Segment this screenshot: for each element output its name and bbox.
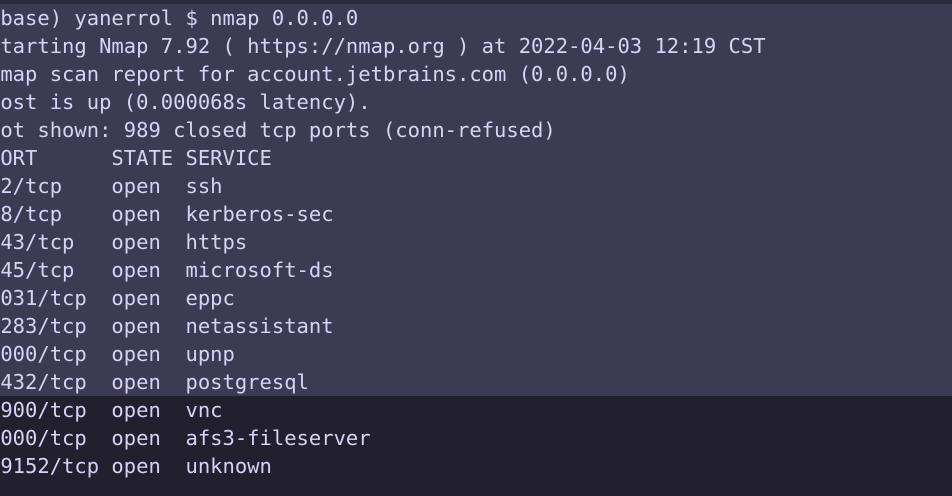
port-row: 443/tcp open https — [0, 230, 248, 254]
output-line: Starting Nmap 7.92 ( https://nmap.org ) … — [0, 34, 766, 58]
port-row: 5432/tcp open postgresql — [0, 370, 309, 394]
port-row: 5000/tcp open upnp — [0, 342, 235, 366]
port-row: 3283/tcp open netassistant — [0, 314, 334, 338]
port-row: 88/tcp open kerberos-sec — [0, 202, 334, 226]
prompt-line: (base) yanerrol $ nmap 0.0.0.0 — [0, 6, 359, 30]
output-line: Not shown: 989 closed tcp ports (conn-re… — [0, 118, 556, 142]
terminal-output: (base) yanerrol $ nmap 0.0.0.0 Starting … — [0, 4, 766, 480]
terminal-window[interactable]: (base) yanerrol $ nmap 0.0.0.0 Starting … — [0, 0, 952, 496]
port-row: 445/tcp open microsoft-ds — [0, 258, 334, 282]
port-row: 5900/tcp open vnc — [0, 398, 223, 422]
output-line: Host is up (0.000068s latency). — [0, 90, 371, 114]
port-row: 3031/tcp open eppc — [0, 286, 235, 310]
port-row: 22/tcp open ssh — [0, 174, 223, 198]
port-row: 49152/tcp open unknown — [0, 454, 272, 478]
port-table-header: PORT STATE SERVICE — [0, 146, 272, 170]
port-row: 7000/tcp open afs3-fileserver — [0, 426, 371, 450]
output-line: Nmap scan report for account.jetbrains.c… — [0, 62, 630, 86]
